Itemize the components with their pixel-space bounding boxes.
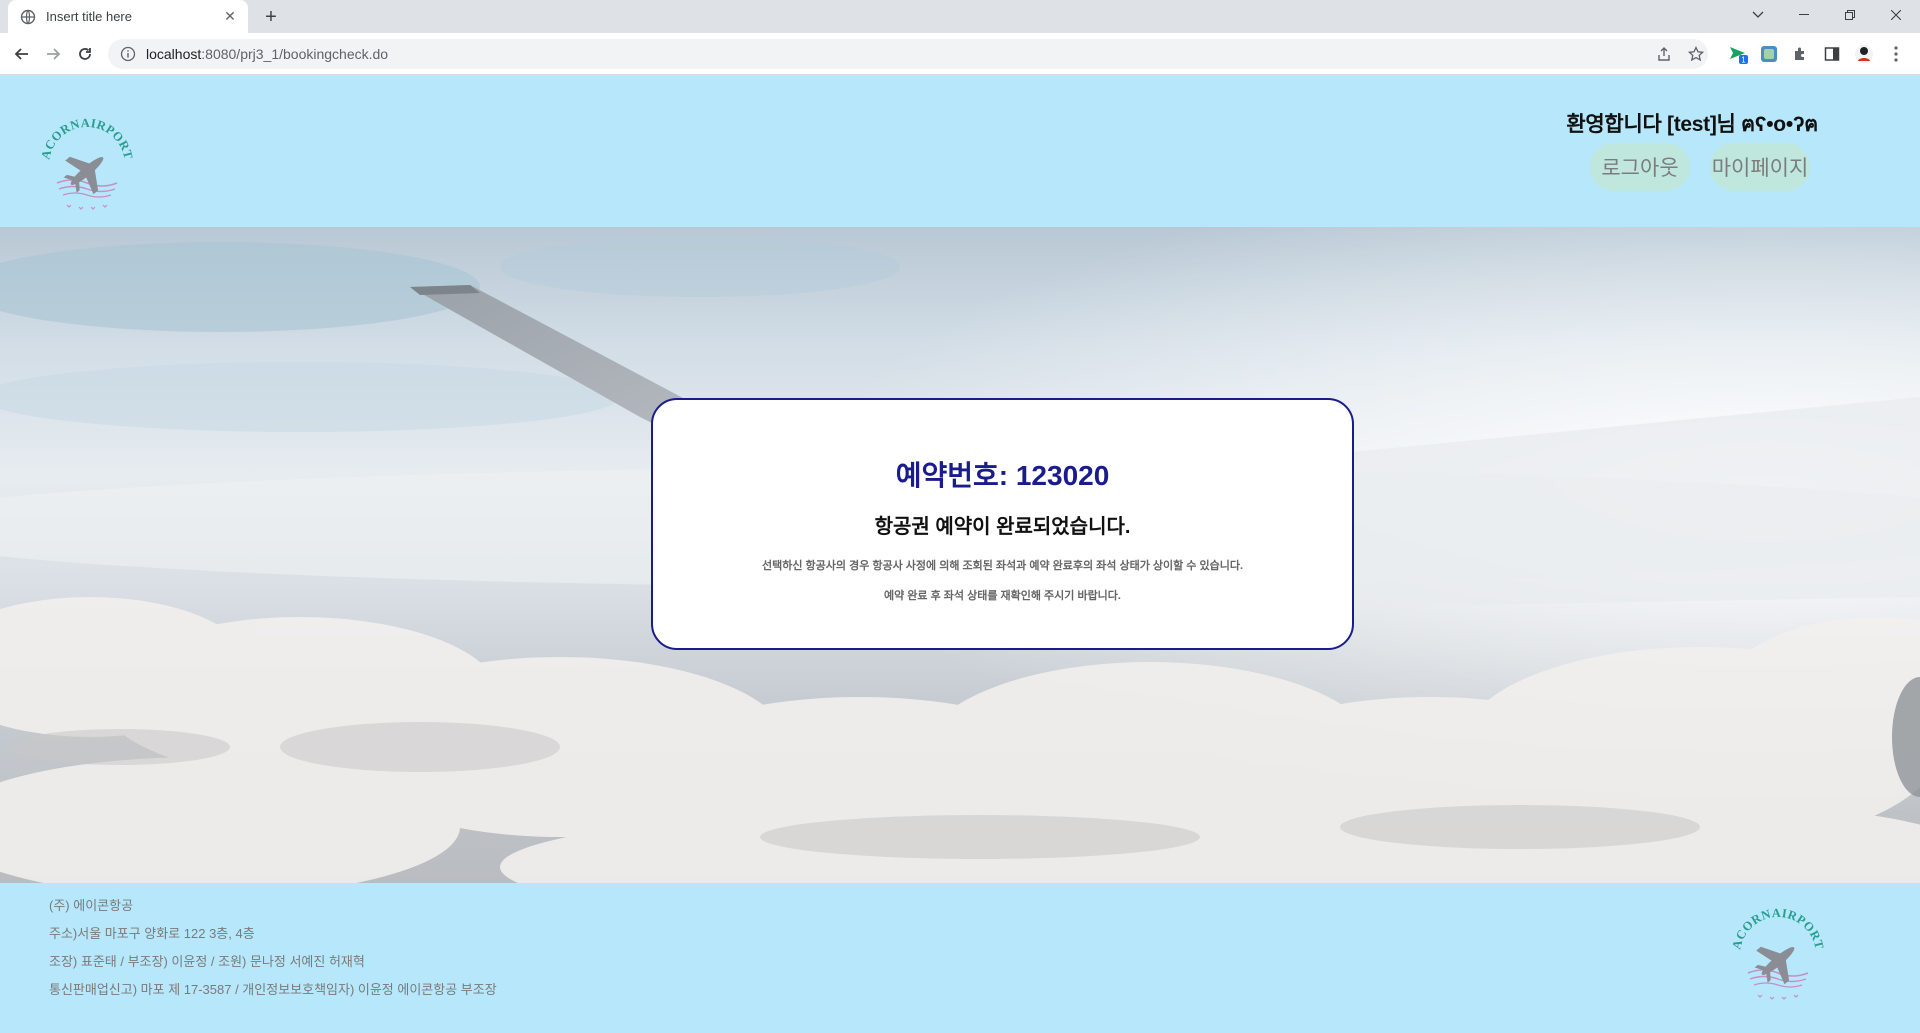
- bookmark-star-icon[interactable]: [1684, 42, 1708, 66]
- new-tab-button[interactable]: +: [260, 6, 282, 28]
- url-path: :8080/prj3_1/bookingcheck.do: [201, 46, 389, 62]
- site-info-icon[interactable]: [120, 46, 136, 62]
- browser-tab[interactable]: Insert title here ✕: [8, 0, 248, 33]
- site-footer: (주) 에이콘항공 주소)서울 마포구 양화로 122 3층, 4층 조장) 표…: [0, 883, 1920, 1033]
- url-text: localhost:8080/prj3_1/bookingcheck.do: [146, 46, 388, 62]
- tab-title: Insert title here: [46, 9, 132, 24]
- svg-text:ACORNAIRPORT: ACORNAIRPORT: [38, 116, 135, 161]
- minimize-button[interactable]: [1781, 0, 1827, 30]
- browser-toolbar: localhost:8080/prj3_1/bookingcheck.do 1: [0, 33, 1920, 75]
- reservation-number: 예약번호: 123020: [895, 460, 1110, 491]
- profile-avatar[interactable]: [1852, 42, 1876, 66]
- logout-button[interactable]: 로그아웃: [1590, 143, 1690, 191]
- translate-extension-icon[interactable]: [1757, 42, 1781, 66]
- acornairport-logo[interactable]: ACORNAIRPORT: [37, 113, 137, 213]
- share-icon[interactable]: [1652, 42, 1676, 66]
- tab-close-icon[interactable]: ✕: [222, 8, 238, 25]
- logo-text: ACORNAIRPORT: [38, 116, 135, 161]
- footer-company: (주) 에이콘항공: [49, 898, 134, 913]
- browser-menu-icon[interactable]: [1884, 42, 1908, 66]
- tab-search-icon[interactable]: [1735, 0, 1781, 30]
- back-button[interactable]: [10, 42, 34, 66]
- footer-team: 조장) 표준태 / 부조장) 이윤정 / 조원) 문나정 서예진 허재혁: [49, 954, 365, 969]
- globe-icon: [20, 9, 36, 25]
- footer-address: 주소)서울 마포구 양화로 122 3층, 4층: [49, 926, 255, 941]
- extension-badge: 1: [1741, 56, 1746, 65]
- restore-button[interactable]: [1827, 0, 1873, 30]
- close-window-button[interactable]: [1873, 0, 1919, 30]
- side-panel-icon[interactable]: [1820, 42, 1844, 66]
- seat-notice-line-1: 선택하신 항공사의 경우 항공사 사정에 의해 조회된 좌석과 예약 완료후의 …: [762, 560, 1243, 572]
- welcome-message: 환영합니다 [test]님 ฅʕ•ο•ʔฅ: [1566, 113, 1818, 136]
- svg-text:ACORNAIRPORT: ACORNAIRPORT: [1729, 906, 1826, 951]
- footer-logo: ACORNAIRPORT: [1728, 903, 1828, 1003]
- booking-complete-message: 항공권 예약이 완료되었습니다.: [874, 516, 1131, 538]
- footer-registration: 통신판매업신고) 마포 제 17-3587 / 개인정보보호책임자) 이윤정 에…: [49, 982, 497, 997]
- mypage-button[interactable]: 마이페이지: [1710, 143, 1810, 191]
- reload-button[interactable]: [73, 42, 97, 66]
- send-extension-icon[interactable]: 1: [1726, 42, 1750, 66]
- seat-notice-line-2: 예약 완료 후 좌석 상태를 재확인해 주시기 바랍니다.: [884, 590, 1121, 602]
- browser-tabstrip: Insert title here ✕ +: [0, 0, 1920, 33]
- forward-button[interactable]: [41, 42, 65, 66]
- address-bar[interactable]: localhost:8080/prj3_1/bookingcheck.do: [108, 39, 1708, 69]
- footer-logo-text: ACORNAIRPORT: [1729, 906, 1826, 951]
- url-host: localhost: [146, 46, 202, 62]
- booking-confirmation-card: 예약번호: 123020 항공권 예약이 완료되었습니다. 선택하신 항공사의 …: [651, 398, 1354, 650]
- site-header: ACORNAIRPORT 환영합니다 [test]님 ฅʕ•ο•ʔฅ 로그아웃 …: [0, 75, 1920, 227]
- extensions-puzzle-icon[interactable]: [1788, 42, 1812, 66]
